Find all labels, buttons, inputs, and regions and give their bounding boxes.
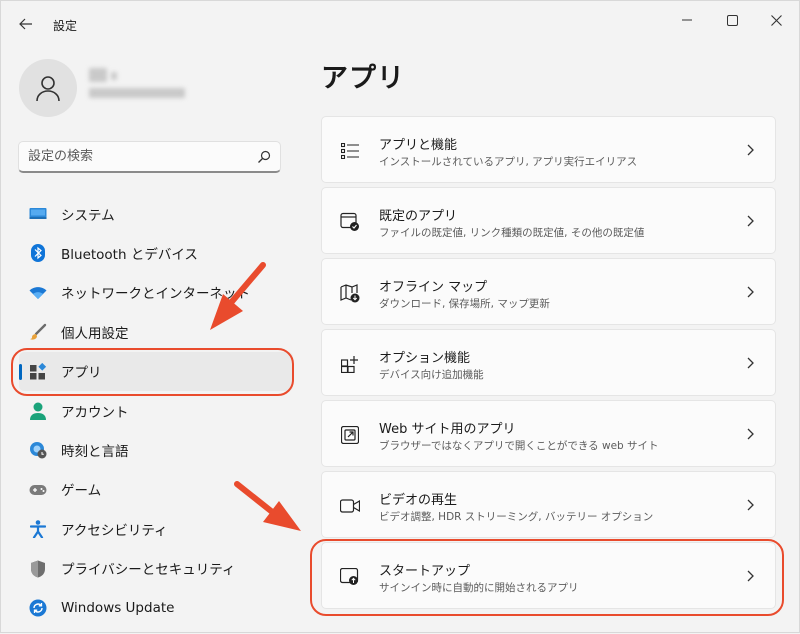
sidebar-item-label: システム — [61, 207, 115, 224]
window-title: 設定 — [53, 19, 78, 33]
highlight-startup-card — [310, 539, 784, 616]
shield-icon — [29, 560, 47, 578]
card-offline-maps[interactable]: オフライン マップ ダウンロード, 保存場所, マップ更新 — [321, 258, 776, 325]
card-title: ビデオの再生 — [379, 493, 458, 508]
sidebar-item-bluetooth[interactable]: Bluetooth とデバイス — [19, 233, 293, 272]
brush-icon — [29, 323, 47, 341]
back-arrow-icon — [19, 18, 32, 30]
sidebar-item-label: 時刻と言語 — [61, 444, 129, 461]
maximize-icon — [726, 14, 738, 26]
account-icon — [29, 402, 47, 420]
highlight-apps-nav — [11, 348, 294, 396]
minimize-icon — [682, 19, 692, 21]
user-icon — [36, 76, 60, 102]
sidebar-item-label: アカウント — [61, 404, 129, 421]
chevron-right-icon — [747, 286, 754, 298]
chevron-right-icon — [747, 499, 754, 511]
avatar[interactable] — [19, 59, 77, 117]
close-icon — [770, 14, 782, 26]
card-apps-for-websites[interactable]: Web サイト用のアプリ ブラウザーではなくアプリで開くことができる web サ… — [321, 400, 776, 467]
card-subtitle: ファイルの既定値, リンク種類の既定値, その他の既定値 — [379, 227, 645, 239]
globe-clock-icon — [29, 441, 47, 459]
offline-map-icon — [339, 282, 361, 304]
default-apps-icon — [339, 211, 361, 233]
settings-search-box[interactable] — [18, 141, 281, 173]
search-input[interactable] — [28, 142, 248, 171]
card-default-apps[interactable]: 既定のアプリ ファイルの既定値, リンク種類の既定値, その他の既定値 — [321, 187, 776, 254]
accessibility-icon — [29, 520, 47, 539]
sidebar-item-windows-update[interactable]: Windows Update — [19, 588, 293, 627]
sidebar-item-label: アクセシビリティ — [61, 522, 168, 539]
card-title: アプリと機能 — [379, 138, 458, 153]
sidebar-nav: システム Bluetooth とデバイス ネットワークとインターネット 個人用設… — [19, 194, 293, 627]
close-button[interactable] — [761, 9, 791, 31]
sidebar-item-system[interactable]: システム — [19, 194, 293, 233]
sidebar-item-label: プライバシーとセキュリティ — [61, 562, 236, 579]
settings-window: 設定 システム Bl — [0, 0, 800, 633]
bluetooth-icon — [29, 244, 47, 263]
sidebar-item-accessibility[interactable]: アクセシビリティ — [19, 509, 293, 548]
sidebar-item-label: ネットワークとインターネット — [61, 286, 250, 303]
sidebar-item-gaming[interactable]: ゲーム — [19, 470, 293, 509]
optional-features-icon — [339, 353, 361, 375]
chevron-right-icon — [747, 215, 754, 227]
system-icon — [29, 205, 47, 223]
chevron-right-icon — [747, 428, 754, 440]
wifi-icon — [29, 284, 47, 302]
card-video-playback[interactable]: ビデオの再生 ビデオ調整, HDR ストリーミング, バッテリー オプション — [321, 471, 776, 538]
page-title: アプリ — [321, 63, 405, 94]
sidebar-item-privacy[interactable]: プライバシーとセキュリティ — [19, 549, 293, 588]
card-title: 既定のアプリ — [379, 209, 458, 224]
sidebar-item-label: ゲーム — [61, 483, 102, 500]
video-icon — [339, 495, 361, 517]
card-subtitle: インストールされているアプリ, アプリ実行エイリアス — [379, 156, 638, 168]
card-apps-features[interactable]: アプリと機能 インストールされているアプリ, アプリ実行エイリアス — [321, 116, 776, 183]
card-subtitle: ブラウザーではなくアプリで開くことができる web サイト — [379, 440, 659, 452]
sidebar-item-network[interactable]: ネットワークとインターネット — [19, 273, 293, 312]
sidebar-item-time-language[interactable]: 時刻と言語 — [19, 430, 293, 469]
sidebar-item-personalization[interactable]: 個人用設定 — [19, 312, 293, 351]
title-bar: 設定 — [1, 1, 800, 45]
card-title: オプション機能 — [379, 351, 471, 366]
open-external-icon — [339, 424, 361, 446]
card-subtitle: ビデオ調整, HDR ストリーミング, バッテリー オプション — [379, 511, 654, 523]
maximize-button[interactable] — [717, 9, 747, 31]
update-icon — [29, 599, 47, 617]
sidebar-item-accounts[interactable]: アカウント — [19, 391, 293, 430]
chevron-right-icon — [747, 144, 754, 156]
app-list-icon — [339, 140, 361, 162]
card-subtitle: ダウンロード, 保存場所, マップ更新 — [379, 298, 550, 310]
card-title: Web サイト用のアプリ — [379, 422, 516, 437]
sidebar-item-label: 個人用設定 — [61, 325, 129, 342]
search-icon[interactable] — [256, 149, 272, 165]
sidebar-item-label: Bluetooth とデバイス — [61, 247, 198, 264]
card-subtitle: デバイス向け追加機能 — [379, 369, 484, 381]
card-title: オフライン マップ — [379, 280, 488, 295]
sidebar-item-label: Windows Update — [61, 599, 175, 616]
minimize-button[interactable] — [672, 9, 702, 31]
chevron-right-icon — [747, 357, 754, 369]
gamepad-icon — [29, 481, 47, 499]
back-button[interactable] — [15, 13, 37, 35]
card-optional-features[interactable]: オプション機能 デバイス向け追加機能 — [321, 329, 776, 396]
